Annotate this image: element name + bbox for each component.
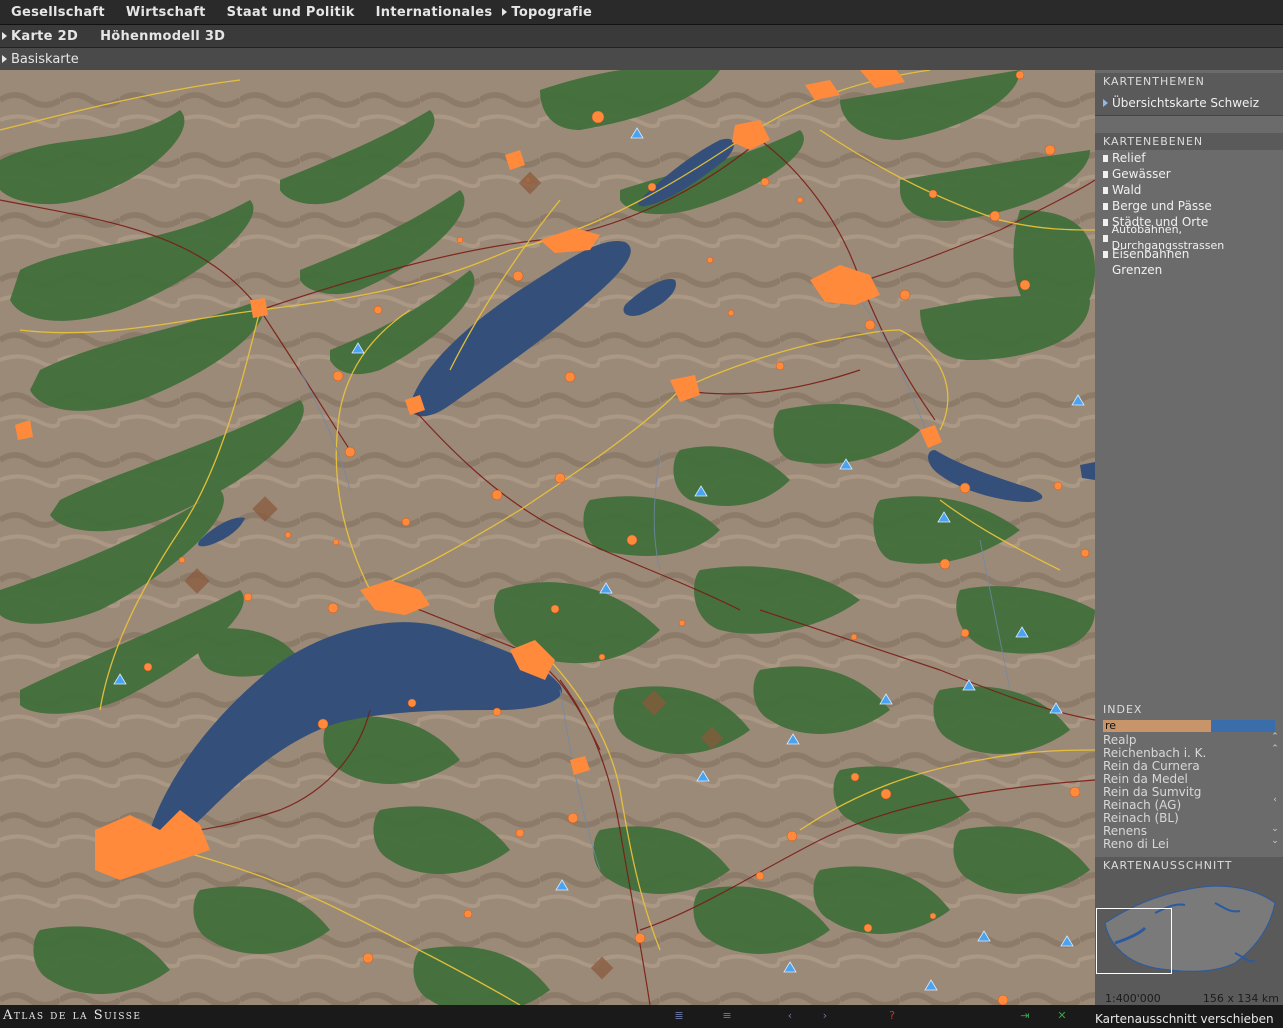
footer-bar: Atlas de la Suisse ≣ ≡ ‹ › ? ⇥ ✕ Kartena…: [0, 1005, 1283, 1028]
checkbox-icon: [1103, 202, 1108, 210]
layer-autobahnen[interactable]: Autobahnen, Durchgangsstrassen: [1095, 223, 1283, 252]
checkbox-icon: [1103, 234, 1108, 242]
section-title-kartenausschnitt: KARTENAUSSCHNITT: [1095, 857, 1283, 874]
checkbox-icon: [1103, 267, 1108, 274]
nav-gesellschaft[interactable]: Gesellschaft: [11, 5, 105, 20]
scroll-bottom-icon[interactable]: ⌄: [1270, 837, 1280, 846]
arrow-right-icon: [1103, 98, 1108, 107]
checkbox-icon: [1103, 186, 1108, 194]
layer-wald[interactable]: Wald: [1095, 182, 1283, 198]
close-icon[interactable]: ✕: [1056, 1010, 1068, 1022]
nav-wirtschaft[interactable]: Wirtschaft: [126, 5, 206, 20]
list-icon[interactable]: ≣: [673, 1010, 685, 1022]
forward-icon[interactable]: ›: [819, 1010, 831, 1022]
exit-icon[interactable]: ⇥: [1019, 1010, 1031, 1022]
checkbox-icon: [1103, 218, 1108, 226]
top-navigation: Gesellschaft Wirtschaft Staat und Politi…: [0, 0, 1283, 25]
index-search-input[interactable]: re: [1103, 720, 1211, 732]
layer-grenzen[interactable]: Grenzen: [1095, 262, 1283, 278]
arrow-right-icon: [2, 55, 7, 63]
status-text: Kartenausschnitt verschieben: [1095, 1012, 1274, 1026]
tab-basiskarte[interactable]: Basiskarte: [2, 52, 79, 67]
scroll-page-down-icon[interactable]: ⌄: [1270, 825, 1280, 834]
index-list: Realp Reichenbach i. K. Rein da Curnera …: [1103, 734, 1283, 851]
layer-berge-und-paesse[interactable]: Berge und Pässe: [1095, 198, 1283, 214]
document-icon[interactable]: ≡: [721, 1010, 733, 1022]
sub-navigation: Karte 2D Höhenmodell 3D: [0, 25, 1283, 47]
nav-internationales[interactable]: Internationales: [376, 5, 493, 20]
layer-relief[interactable]: Relief: [1095, 150, 1283, 166]
index-panel: INDEX re Realp Reichenbach i. K. Rein da…: [1095, 700, 1283, 851]
arrow-right-icon: [502, 8, 508, 16]
sidebar: KARTENTHEMEN Übersichtskarte Schweiz KAR…: [1095, 70, 1283, 1005]
map-canvas[interactable]: [0, 70, 1095, 1005]
index-search-fill: [1211, 720, 1275, 732]
layer-list: Relief Gewässer Wald Berge und Pässe Stä…: [1095, 150, 1283, 278]
overview-map[interactable]: 1:400'000 156 x 134 km: [1095, 873, 1283, 1005]
layer-gewaesser[interactable]: Gewässer: [1095, 166, 1283, 182]
nav-staat-und-politik[interactable]: Staat und Politik: [227, 5, 355, 20]
map-type-navigation: Basiskarte: [0, 47, 1283, 70]
theme-uebersichtskarte[interactable]: Übersichtskarte Schweiz: [1095, 90, 1283, 116]
index-search-bar: re: [1103, 720, 1275, 732]
checkbox-icon: [1103, 154, 1108, 162]
scroll-page-up-icon[interactable]: ⌃: [1270, 745, 1280, 754]
checkbox-icon: [1103, 250, 1108, 258]
help-icon[interactable]: ?: [886, 1010, 898, 1022]
map-scale: 1:400'000: [1105, 992, 1161, 1005]
nav-topografie[interactable]: Topografie: [502, 5, 592, 20]
overview-viewport-box[interactable]: [1096, 908, 1172, 974]
scroll-left-icon[interactable]: ‹: [1270, 796, 1280, 805]
atlas-logo: Atlas de la Suisse: [3, 1008, 142, 1023]
section-title-index: INDEX: [1103, 703, 1143, 716]
list-item[interactable]: Reno di Lei: [1103, 838, 1283, 851]
checkbox-icon: [1103, 170, 1108, 178]
section-title-kartenthemen: KARTENTHEMEN: [1095, 73, 1283, 90]
tab-hoehenmodell-3d[interactable]: Höhenmodell 3D: [100, 29, 225, 44]
scroll-top-icon[interactable]: ⌃: [1270, 733, 1280, 742]
map-svg: [0, 70, 1095, 1005]
arrow-right-icon: [2, 32, 7, 40]
section-title-kartenebenen: KARTENEBENEN: [1095, 133, 1283, 150]
map-dimensions: 156 x 134 km: [1202, 992, 1279, 1005]
back-icon[interactable]: ‹: [784, 1010, 796, 1022]
tab-karte-2d[interactable]: Karte 2D: [2, 29, 78, 44]
